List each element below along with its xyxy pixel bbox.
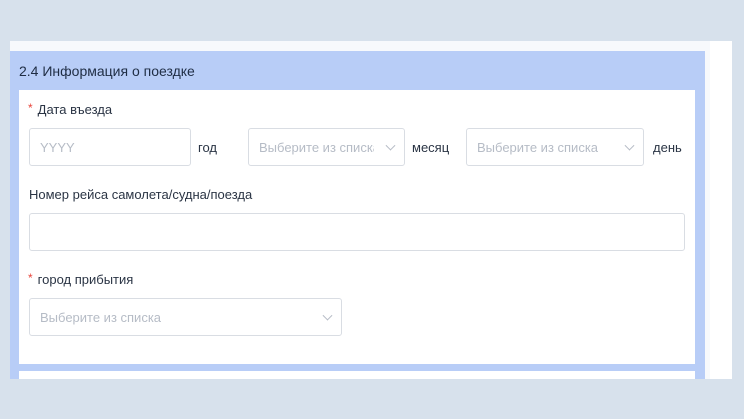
required-mark: * [28,271,33,285]
day-unit-label: день [653,140,682,155]
trip-info-card: * Дата въезда YYYY год Выберите из списка… [19,90,695,364]
entry-day-placeholder: Выберите из списка [477,139,599,155]
month-unit-label: месяц [412,140,450,155]
entry-year-placeholder: YYYY [40,139,75,155]
entry-date-label: * Дата въезда [28,101,113,117]
chevron-down-icon [322,310,333,321]
year-unit-label: год [198,140,217,155]
flight-number-label: Номер рейса самолета/судна/поезда [29,187,253,202]
scroll-area [710,41,732,379]
next-section-card [19,371,695,379]
entry-month-placeholder: Выберите из списка [259,139,374,155]
arrival-city-select[interactable]: Выберите из списка [29,298,342,336]
arrival-city-placeholder: Выберите из списка [40,309,162,325]
section-title: 2.4 Информация о поездке [19,63,195,79]
entry-year-input[interactable]: YYYY [29,128,191,166]
entry-day-select[interactable]: Выберите из списка [466,128,644,166]
chevron-down-icon [624,140,635,151]
arrival-city-label-text: город прибытия [37,272,134,287]
chevron-down-icon [385,140,396,151]
entry-date-label-text: Дата въезда [37,102,113,117]
flight-number-input[interactable] [29,213,685,251]
required-mark: * [28,101,33,115]
entry-month-select[interactable]: Выберите из списка [248,128,405,166]
arrival-city-label: * город прибытия [28,271,134,287]
trip-info-section: 2.4 Информация о поездке * Дата въезда YY… [10,51,705,379]
